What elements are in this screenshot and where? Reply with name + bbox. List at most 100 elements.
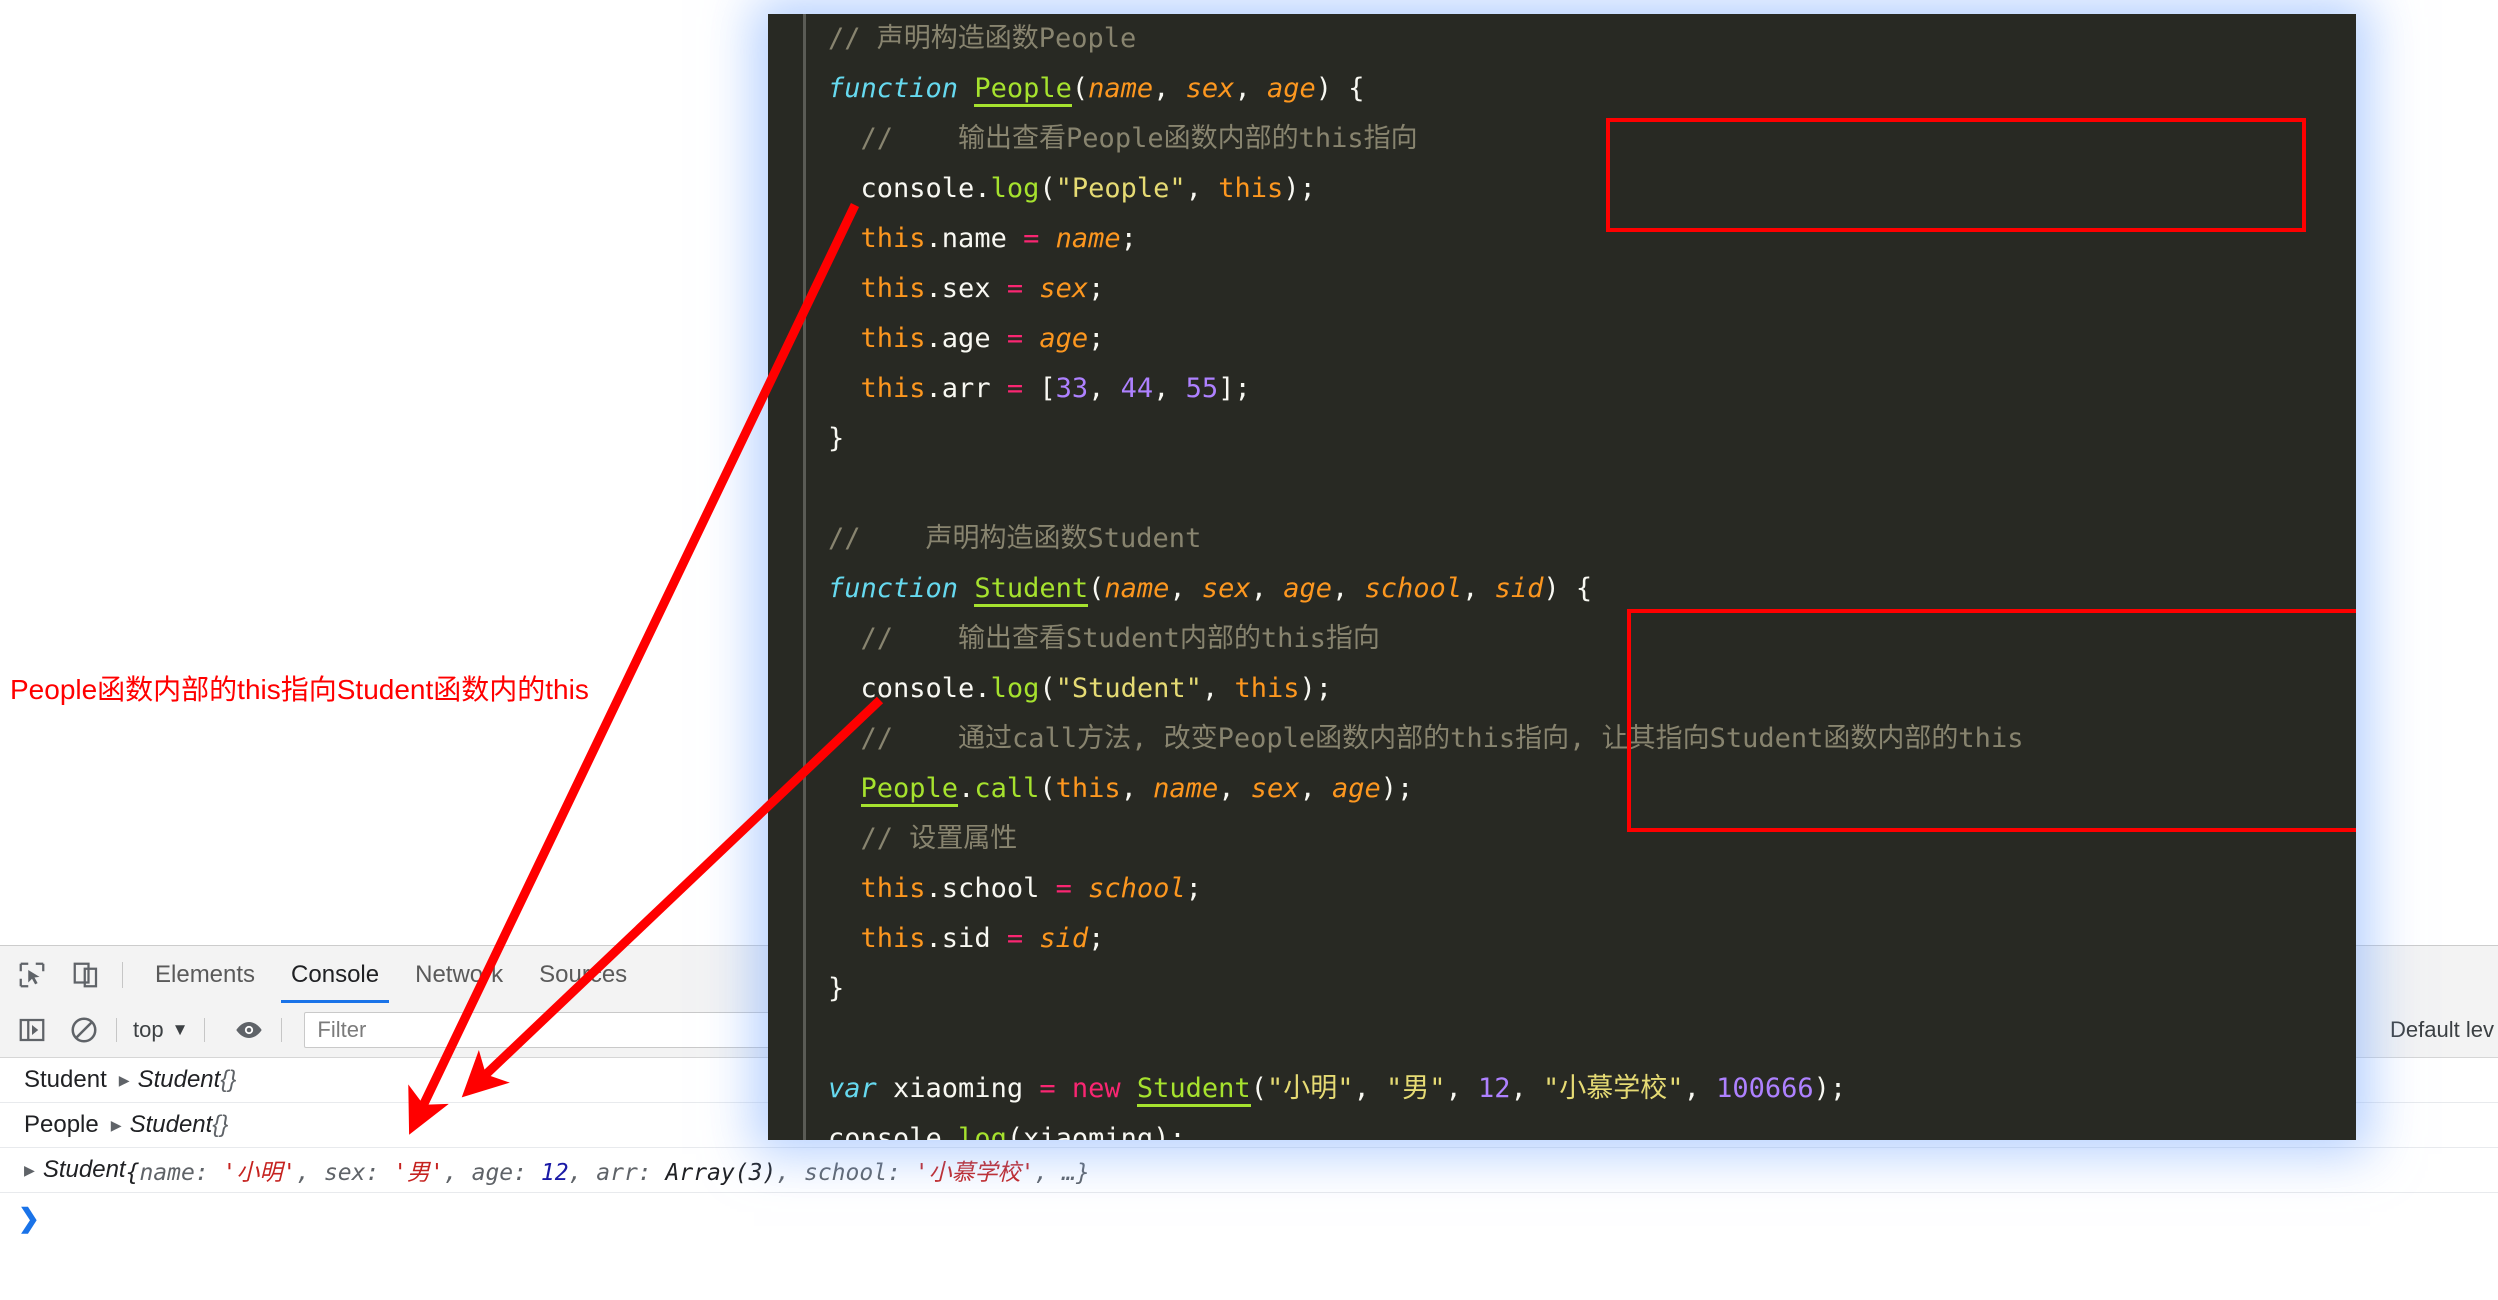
- tab-elements[interactable]: Elements: [137, 947, 273, 1004]
- code-token: .: [974, 173, 991, 204]
- console-preview-token: age: [471, 1160, 514, 1186]
- code-token: this: [1055, 773, 1121, 804]
- code-line: this.sid = sid;: [828, 914, 2356, 964]
- code-token: ,: [1299, 773, 1333, 804]
- code-token: function: [828, 573, 975, 604]
- console-preview-token: '小慕学校': [914, 1160, 1035, 1186]
- code-token: ;: [1120, 223, 1137, 254]
- code-line: this.arr = [33, 44, 55];: [828, 364, 2356, 414]
- annotation-box-student-this: [1627, 609, 2356, 832]
- code-token: .sex: [925, 273, 1007, 304]
- code-line: // 声明构造函数People: [828, 14, 2356, 64]
- code-token: (: [1039, 173, 1056, 204]
- indent-guide-line: [803, 14, 806, 1140]
- code-token: "Student": [1055, 673, 1202, 704]
- code-token: =: [1055, 873, 1089, 904]
- code-token: console: [860, 173, 975, 204]
- console-object-body: {}: [212, 1111, 229, 1138]
- code-line: console.log(xiaoming);: [828, 1114, 2356, 1140]
- tab-console[interactable]: Console: [273, 947, 397, 1004]
- code-token: 12: [1478, 1073, 1511, 1104]
- log-level-selector[interactable]: Default lev: [2390, 1017, 2498, 1043]
- code-token: ];: [1218, 373, 1251, 404]
- code-token: ;: [1088, 923, 1105, 954]
- console-message-label: Student: [24, 1066, 107, 1093]
- code-token: // 输出查看People函数内部的this指向: [860, 123, 1418, 154]
- console-message-row[interactable]: ▶ Student {name: '小明', sex: '男', age: 12…: [0, 1148, 2498, 1193]
- code-token: 55: [1185, 373, 1219, 404]
- code-token: (: [1006, 1123, 1024, 1140]
- code-token: // 设置属性: [860, 823, 1018, 854]
- code-token: (: [1088, 573, 1105, 604]
- code-token: ,: [1153, 373, 1186, 404]
- code-editor-panel[interactable]: // 声明构造函数People function People(name, sex…: [768, 14, 2356, 1140]
- code-token: xiaoming: [893, 1073, 1040, 1104]
- code-token: 44: [1120, 373, 1154, 404]
- code-token: age: [1266, 73, 1316, 104]
- execution-context-selector[interactable]: top ▼: [129, 1017, 192, 1043]
- console-prompt[interactable]: ❯: [0, 1193, 2498, 1243]
- toolbar-divider: [116, 1018, 117, 1042]
- tab-elements-label: Elements: [155, 961, 256, 988]
- code-token: ,: [1185, 173, 1219, 204]
- code-token: Student: [974, 573, 1089, 607]
- log-level-label: Default lev: [2390, 1017, 2494, 1042]
- code-token: age: [1283, 573, 1332, 604]
- expand-triangle-icon[interactable]: ▶: [24, 1160, 35, 1181]
- clear-console-icon[interactable]: [64, 1010, 104, 1050]
- code-token: =: [1006, 373, 1040, 404]
- code-token: =: [1039, 1073, 1072, 1104]
- code-line: }: [828, 964, 2356, 1014]
- code-line: }: [828, 414, 2356, 464]
- code-token: // 输出查看Student内部的this指向: [860, 623, 1380, 654]
- code-token: this: [860, 373, 926, 404]
- expand-triangle-icon[interactable]: ▶: [111, 1115, 122, 1136]
- code-token: =: [1006, 923, 1040, 954]
- code-token: ,: [1510, 1073, 1544, 1104]
- code-line: var xiaoming = new Student("小明", "男", 12…: [828, 1064, 2356, 1114]
- code-token: (: [1250, 1073, 1267, 1104]
- code-token: name: [1104, 573, 1170, 604]
- code-token: "小慕学校": [1543, 1073, 1684, 1104]
- tab-sources[interactable]: Sources: [521, 947, 645, 1004]
- code-token: ,: [1201, 673, 1235, 704]
- code-token: var: [828, 1073, 894, 1104]
- code-token: age: [1332, 773, 1381, 804]
- code-token: .: [958, 773, 975, 804]
- tab-network[interactable]: Network: [397, 947, 521, 1004]
- console-sidebar-toggle-icon[interactable]: [12, 1010, 52, 1050]
- console-preview-token: '男': [393, 1160, 444, 1186]
- console-preview-token: :: [194, 1160, 223, 1186]
- device-toolbar-icon[interactable]: [64, 953, 108, 997]
- inspect-element-icon[interactable]: [10, 953, 54, 997]
- code-token: );: [1299, 673, 1332, 704]
- code-token: People: [974, 73, 1072, 107]
- code-line: function People(name, sex, age) {: [828, 64, 2356, 114]
- code-token: ,: [1462, 573, 1495, 604]
- code-token: "男": [1385, 1073, 1446, 1104]
- tab-network-label: Network: [415, 961, 504, 988]
- code-token: (: [1071, 73, 1089, 104]
- code-token: log: [990, 673, 1040, 704]
- live-expression-eye-icon[interactable]: [229, 1010, 269, 1050]
- console-preview-token: ,: [443, 1160, 472, 1186]
- console-preview-token: ,: [776, 1160, 804, 1186]
- annotation-note-text: People函数内部的this指向Student函数内的this: [10, 674, 589, 705]
- code-token: =: [1006, 273, 1040, 304]
- code-token: 33: [1055, 373, 1089, 404]
- code-token: ,: [1218, 773, 1251, 804]
- code-token: );: [1283, 173, 1316, 204]
- code-token: }: [828, 973, 845, 1004]
- code-token: ,: [1169, 573, 1202, 604]
- code-token: call: [974, 773, 1040, 804]
- code-token: sex: [1039, 273, 1089, 304]
- toolbar-divider: [204, 1018, 206, 1042]
- console-preview-token: :: [365, 1160, 394, 1186]
- code-token: ,: [1250, 573, 1284, 604]
- console-message-label: People: [24, 1111, 99, 1138]
- code-token: // 声明构造函数People: [828, 23, 1137, 54]
- code-token: name: [1055, 223, 1121, 254]
- expand-triangle-icon[interactable]: ▶: [119, 1070, 130, 1091]
- code-token: this: [1218, 173, 1284, 204]
